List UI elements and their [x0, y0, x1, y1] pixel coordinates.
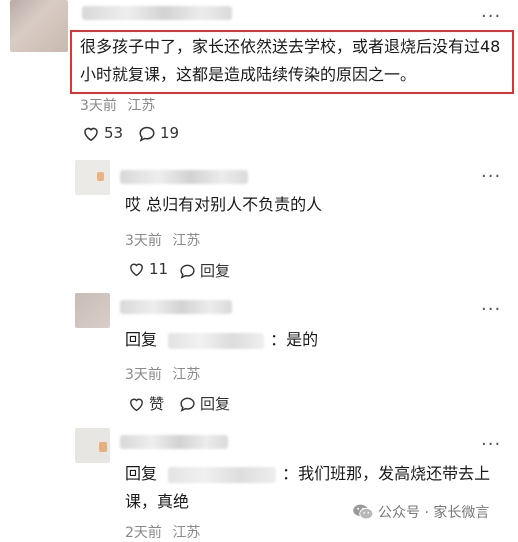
- main-commenter-name[interactable]: [82, 6, 232, 20]
- main-comment-time: 3天前: [80, 98, 117, 114]
- main-comment-text: 很多孩子中了，家长还依然送去学校，或者退烧后没有过48小时就复课，这都是造成陆续…: [80, 37, 501, 84]
- reply2-meta: 3天前 江苏: [125, 364, 200, 384]
- watermark: 公众号 · 家长微言: [352, 502, 489, 522]
- reply3-avatar[interactable]: [75, 428, 110, 463]
- comment-bubble-icon: [180, 264, 195, 279]
- reply3-name[interactable]: [120, 435, 228, 449]
- reply1-like-button[interactable]: 11: [128, 260, 168, 278]
- reply1-time: 3天前: [125, 233, 162, 249]
- reply1-more-options-icon[interactable]: ···: [481, 168, 501, 186]
- reply2-name[interactable]: [120, 300, 232, 314]
- heart-icon: [84, 127, 98, 141]
- main-like-button[interactable]: 53: [82, 124, 123, 142]
- comment-bubble-icon: [180, 397, 195, 412]
- reply2-more-options-icon[interactable]: ···: [481, 301, 501, 319]
- reply1-like-count: 11: [149, 260, 169, 278]
- watermark-text: 公众号 · 家长微言: [378, 505, 490, 521]
- main-like-count: 53: [104, 124, 124, 142]
- reply3-more-options-icon[interactable]: ···: [481, 436, 501, 454]
- reply3-target-name[interactable]: [168, 466, 277, 483]
- reply2-avatar[interactable]: [75, 293, 110, 328]
- reply1-avatar[interactable]: [75, 160, 110, 195]
- reply1-location: 江苏: [172, 233, 201, 249]
- main-comment-location: 江苏: [127, 98, 156, 114]
- reply2-suffix: ：是的: [270, 330, 319, 349]
- reply2-location: 江苏: [172, 367, 201, 383]
- main-reply-count: 19: [160, 124, 180, 142]
- main-comment-meta: 3天前 江苏: [80, 95, 155, 115]
- reply2-target-name[interactable]: [168, 332, 265, 349]
- reply2-reply-button[interactable]: 回复: [179, 393, 230, 414]
- reply1-reply-button[interactable]: 回复: [179, 260, 230, 281]
- reply2-like-label: 赞: [149, 395, 165, 413]
- comment-bubble-icon: [139, 126, 155, 142]
- reply1-reply-label: 回复: [200, 262, 231, 280]
- main-reply-button[interactable]: 19: [138, 124, 179, 142]
- heart-icon: [130, 263, 143, 277]
- reply1-meta: 3天前 江苏: [125, 230, 200, 250]
- reply1-text: 哎 总归有对别人不负责的人: [125, 195, 323, 214]
- reply3-meta: 2天前 江苏: [125, 522, 200, 542]
- main-more-options-icon[interactable]: ···: [481, 8, 501, 26]
- reply1-name[interactable]: [120, 170, 248, 184]
- main-commenter-avatar[interactable]: [10, 0, 68, 52]
- reply2-prefix: 回复: [125, 330, 158, 349]
- reply3-location: 江苏: [172, 525, 201, 541]
- reply3-time: 2天前: [125, 525, 162, 541]
- reply2-time: 3天前: [125, 367, 162, 383]
- reply2-like-button[interactable]: 赞: [128, 393, 164, 414]
- wechat-icon: [353, 504, 374, 520]
- reply2-reply-label: 回复: [200, 395, 231, 413]
- reply2-text: 回复 ：是的: [125, 326, 495, 354]
- reply3-prefix: 回复: [125, 464, 158, 483]
- heart-icon: [130, 398, 143, 411]
